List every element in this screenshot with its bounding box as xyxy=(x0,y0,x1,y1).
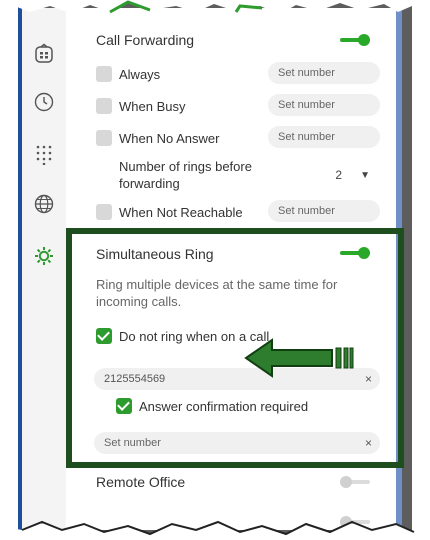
chevron-down-icon: ▼ xyxy=(360,169,370,181)
call-forwarding-title: Call Forwarding xyxy=(96,32,195,48)
forward-no-answer-checkbox[interactable] xyxy=(96,130,112,146)
call-forwarding-header: Call Forwarding xyxy=(96,32,378,48)
remote-office-title: Remote Office xyxy=(96,474,186,490)
forward-no-answer-label: When No Answer xyxy=(119,130,220,146)
rings-label-line2: forwarding xyxy=(119,176,180,191)
forward-always-number-input[interactable]: Set number xyxy=(268,62,380,84)
forward-always-label: Always xyxy=(119,66,161,82)
forward-always-checkbox[interactable] xyxy=(96,66,112,82)
forward-not-reachable-number-input[interactable]: Set number xyxy=(268,200,380,222)
torn-edge-bottom xyxy=(0,520,430,540)
remote-office-header: Remote Office xyxy=(96,474,378,490)
call-forwarding-toggle[interactable] xyxy=(340,34,370,46)
forward-not-reachable-checkbox[interactable] xyxy=(96,204,112,220)
forward-busy-checkbox[interactable] xyxy=(96,98,112,114)
forward-busy-label: When Busy xyxy=(119,98,186,114)
history-icon[interactable] xyxy=(32,90,56,114)
contacts-icon[interactable] xyxy=(32,42,56,66)
rings-before-forwarding-label: Number of rings before forwarding xyxy=(119,158,252,192)
rings-count-select[interactable]: 2 ▼ xyxy=(310,164,380,186)
globe-icon[interactable] xyxy=(32,192,56,216)
remote-office-toggle[interactable] xyxy=(340,476,370,488)
settings-icon[interactable] xyxy=(32,244,56,268)
forward-not-reachable-label: When Not Reachable xyxy=(119,204,243,220)
forward-no-answer-number-input[interactable]: Set number xyxy=(268,126,380,148)
dialpad-icon[interactable] xyxy=(32,142,56,166)
rings-count-value: 2 xyxy=(335,168,343,182)
annotation-arrow-icon xyxy=(244,338,354,378)
torn-edge-top xyxy=(0,0,430,14)
sidebar xyxy=(22,8,67,530)
rings-label-line1: Number of rings before xyxy=(119,159,252,174)
forward-busy-number-input[interactable]: Set number xyxy=(268,94,380,116)
